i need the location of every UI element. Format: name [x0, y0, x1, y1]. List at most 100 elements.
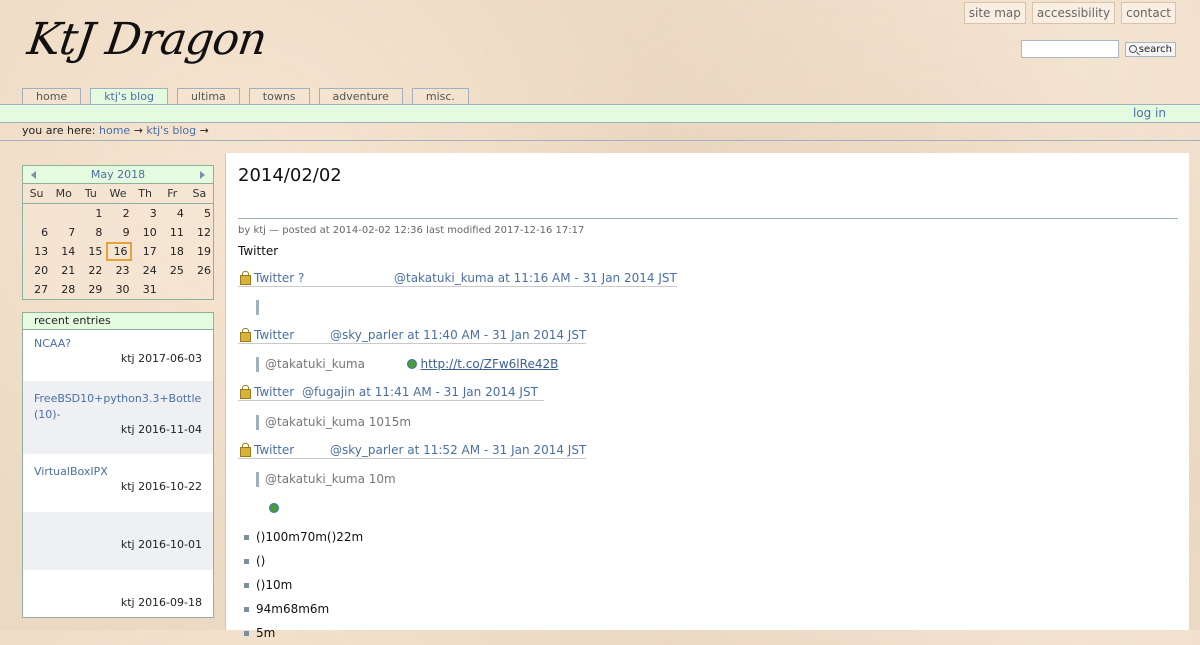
list-item: ()100m70m()22m: [244, 525, 363, 549]
tweet-link[interactable]: Twitter @sky_parler at 11:52 AM - 31 Jan…: [238, 443, 587, 459]
calendar-day[interactable]: 4: [159, 204, 186, 223]
tweet-url-link[interactable]: http://t.co/ZFw6lRe42B: [420, 357, 558, 371]
calendar-day[interactable]: 1: [77, 204, 104, 223]
recent-entries-title: recent entries: [23, 313, 213, 330]
calendar-header: May 2018: [23, 166, 213, 184]
calendar-day[interactable]: 15: [77, 242, 104, 261]
list-item-text: ()100m70m()22m: [256, 530, 364, 544]
calendar-day[interactable]: 2: [104, 204, 131, 223]
contact-link[interactable]: contact: [1121, 2, 1176, 24]
calendar-day[interactable]: 12: [186, 223, 213, 242]
bullet-icon: [244, 606, 249, 612]
tweet-label: Twitter: [254, 385, 295, 399]
calendar-dow: Sa: [185, 184, 213, 204]
bullet-icon: [244, 558, 249, 564]
recent-entry-title[interactable]: FreeBSD10+python3.3+Bottle (10)-: [34, 391, 202, 423]
site-map-link[interactable]: site map: [963, 2, 1026, 24]
calendar-day[interactable]: 24: [132, 261, 159, 280]
tab-home[interactable]: home: [22, 88, 82, 105]
calendar-day[interactable]: 9: [104, 223, 131, 242]
tab-misc[interactable]: misc.: [411, 88, 469, 105]
tweet-handle: @sky_parler at 11:40 AM - 31 Jan 2014 JS…: [330, 328, 587, 342]
recent-entry-title[interactable]: [34, 580, 202, 596]
list-item-text: 94m68m6m: [256, 602, 330, 616]
calendar-day[interactable]: 25: [159, 261, 186, 280]
calendar-month: May 2018: [90, 168, 146, 181]
bullet-icon: [244, 630, 249, 636]
calendar-day[interactable]: 6: [23, 223, 50, 242]
recent-entry-meta: ktj 2016-11-04: [120, 423, 202, 436]
calendar-day[interactable]: 21: [50, 261, 77, 280]
calendar-dow: Th: [131, 184, 159, 204]
breadcrumb-home[interactable]: home: [99, 124, 130, 137]
search-button[interactable]: search: [1124, 41, 1176, 57]
bullet-icon: [244, 534, 249, 540]
accessibility-link[interactable]: accessibility: [1031, 2, 1116, 24]
calendar-today[interactable]: 16: [106, 242, 132, 261]
tweet-quote: [256, 300, 265, 315]
prev-month-icon[interactable]: [31, 170, 36, 179]
tab-towns[interactable]: towns: [248, 88, 310, 105]
bullet-list: ()100m70m()22m () ()10m 94m68m6m 5m: [244, 525, 363, 645]
calendar-day[interactable]: 28: [50, 280, 77, 299]
calendar-day[interactable]: 13: [23, 242, 50, 261]
tweet-quote: @takatuki_kuma 10m: [256, 472, 396, 487]
lock-icon: [240, 271, 251, 285]
list-item-text: 5m: [256, 626, 276, 640]
breadcrumb-divider: [0, 140, 1200, 141]
calendar-day[interactable]: 5: [186, 204, 213, 223]
recent-entry-title[interactable]: VirtualBoxIPX: [34, 464, 202, 480]
list-item-text: (): [256, 554, 266, 568]
calendar-day[interactable]: 18: [159, 242, 186, 261]
calendar-day[interactable]: 3: [132, 204, 159, 223]
calendar-day[interactable]: 17: [132, 242, 159, 261]
tweet-quote: @takatuki_kuma 1015m: [256, 415, 411, 430]
calendar-day[interactable]: 29: [77, 280, 104, 299]
search-input[interactable]: [1020, 40, 1119, 58]
calendar-day[interactable]: 31: [132, 280, 159, 299]
calendar-day[interactable]: 14: [50, 242, 77, 261]
tweet-link[interactable]: Twitter @fugajin at 11:41 AM - 31 Jan 20…: [238, 385, 544, 401]
calendar-day[interactable]: 10: [132, 223, 159, 242]
site-logo[interactable]: KtJ Dragon: [24, 14, 269, 65]
page-title: 2014/02/02: [238, 165, 342, 186]
calendar-day[interactable]: 30: [104, 280, 131, 299]
tab-ultima[interactable]: ultima: [176, 88, 240, 105]
next-month-icon[interactable]: [199, 170, 205, 179]
calendar-day[interactable]: 7: [50, 223, 77, 242]
recent-entry: FreeBSD10+python3.3+Bottle (10)- ktj 201…: [23, 381, 213, 454]
calendar-day[interactable]: 27: [23, 280, 50, 299]
calendar-grid: Su Mo Tu We Th Fr Sa 1 2 3 4 5 6 7 8 9 10 11 12 13 14 15 16 17 1…: [23, 184, 213, 299]
recent-entry-title[interactable]: [34, 522, 202, 538]
tweet-quote: @takatuki_kuma http://t.co/ZFw6lRe42B: [256, 357, 558, 372]
search-icon: [1128, 45, 1137, 53]
calendar-day[interactable]: 26: [186, 261, 213, 280]
breadcrumb-blog[interactable]: ktj's blog: [146, 124, 196, 137]
recent-entries-portlet: recent entries NCAA? ktj 2017-06-03 Free…: [22, 312, 214, 618]
top-links: site map accessibility contact: [963, 2, 1176, 24]
calendar-day[interactable]: 11: [159, 223, 186, 242]
globe-icon: [406, 359, 417, 369]
calendar-day[interactable]: 8: [77, 223, 104, 242]
recent-entry-title[interactable]: NCAA?: [34, 336, 202, 352]
tweet-link[interactable]: Twitter ? @takatuki_kuma at 11:16 AM - 3…: [238, 271, 677, 287]
tab-adventure[interactable]: adventure: [318, 88, 403, 105]
list-item-text: ()10m: [256, 578, 293, 592]
recent-entry-meta: ktj 2016-09-18: [120, 596, 202, 609]
list-item: (): [244, 549, 363, 573]
breadcrumb-separator: →: [133, 124, 143, 137]
search-button-label: search: [1138, 43, 1172, 55]
tweet-handle: @sky_parler at 11:52 AM - 31 Jan 2014 JS…: [330, 443, 587, 457]
calendar-day[interactable]: 19: [186, 242, 213, 261]
tweet-link[interactable]: Twitter @sky_parler at 11:40 AM - 31 Jan…: [238, 328, 587, 344]
calendar-day[interactable]: 22: [77, 261, 104, 280]
list-item: ()10m: [244, 573, 363, 597]
calendar-day[interactable]: 23: [104, 261, 131, 280]
globe-icon[interactable]: [269, 503, 279, 513]
title-divider: [238, 218, 1178, 219]
tweet-label: Twitter ?: [254, 271, 305, 285]
tweet-label: Twitter: [254, 328, 295, 342]
search-form: search: [1020, 40, 1176, 58]
login-link[interactable]: log in: [1133, 106, 1166, 120]
calendar-day[interactable]: 20: [23, 261, 50, 280]
